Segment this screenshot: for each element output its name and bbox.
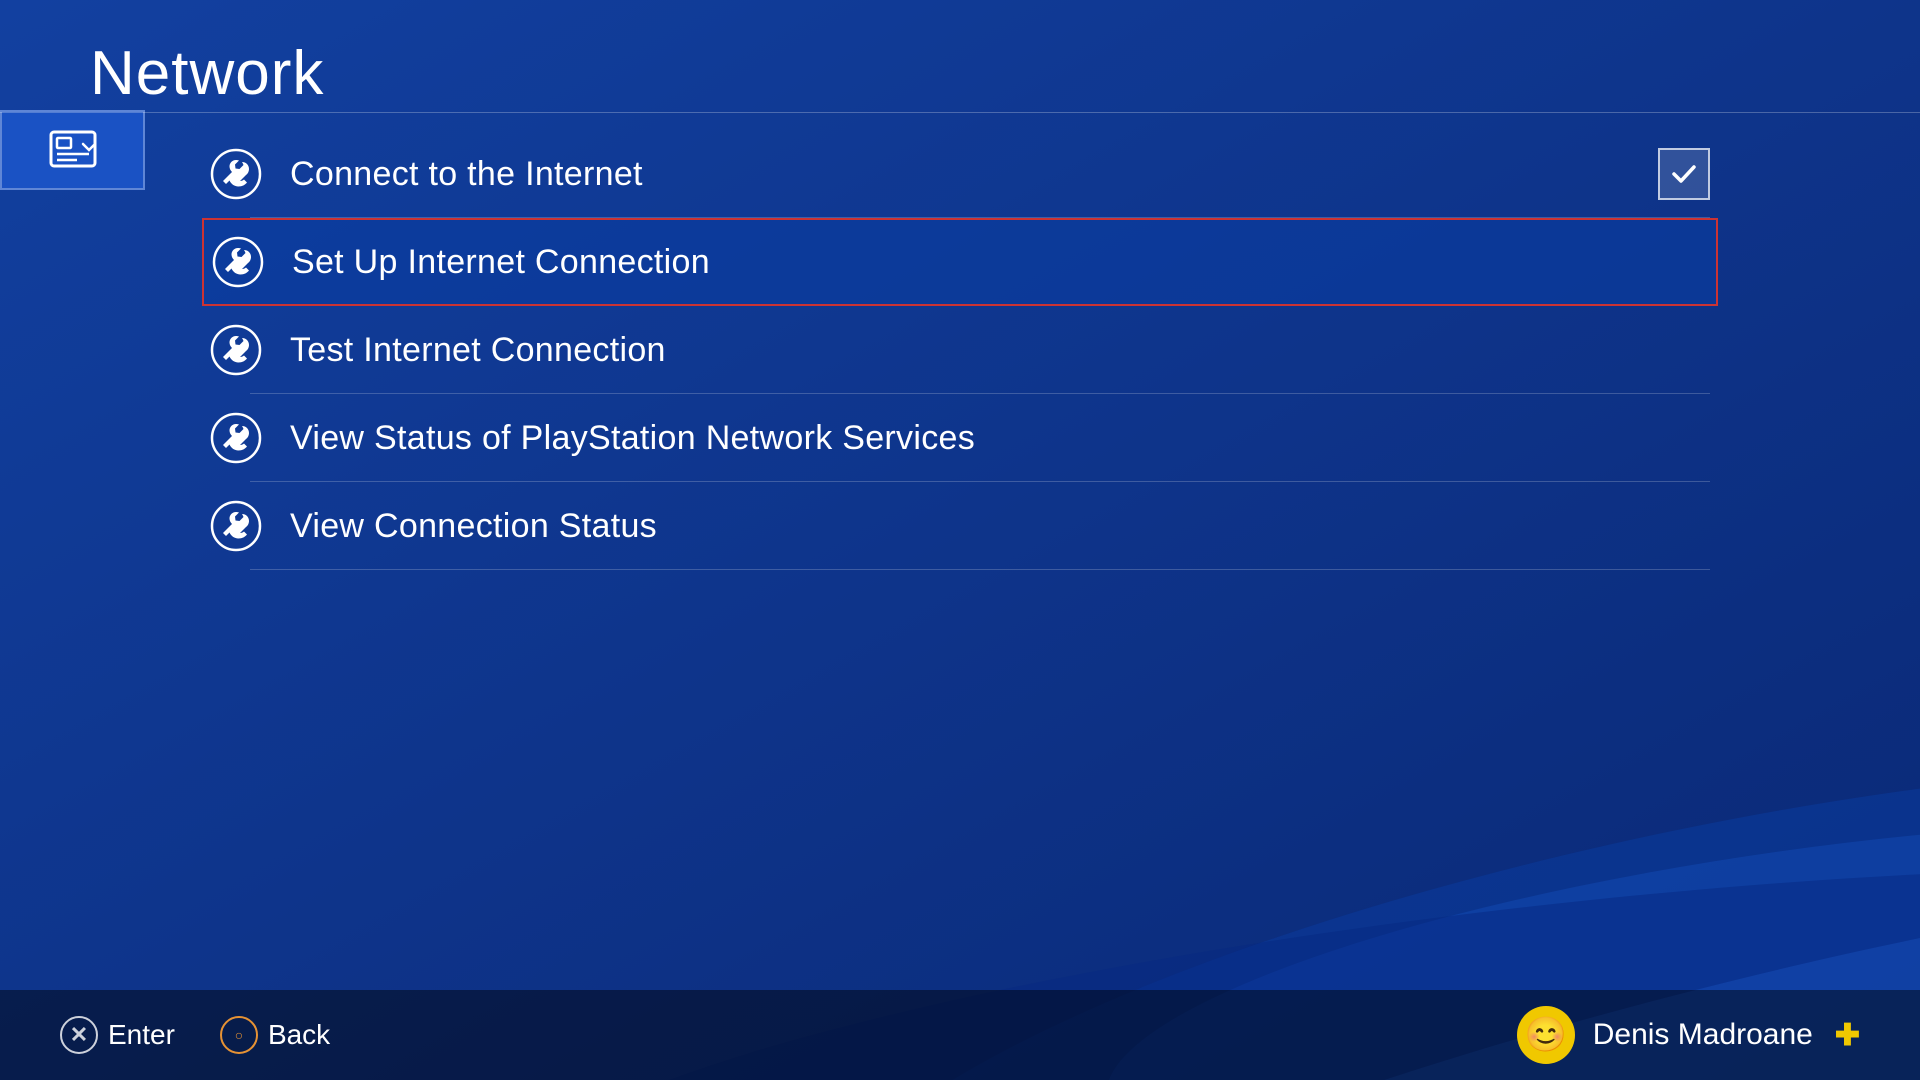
divider-4 (250, 569, 1710, 570)
o-button[interactable]: ○ (220, 1016, 258, 1054)
wrench-icon-1 (212, 236, 264, 288)
menu-item-setup-internet[interactable]: Set Up Internet Connection (202, 218, 1718, 306)
wrench-icon-4 (210, 500, 262, 552)
menu-item-connection-status[interactable]: View Connection Status (210, 482, 1710, 570)
plus-membership-icon: ✚ (1835, 1018, 1860, 1053)
bottom-controls: ✕ Enter ○ Back (60, 1016, 330, 1054)
menu-item-setup-internet-label: Set Up Internet Connection (292, 243, 710, 282)
back-label: Back (268, 1019, 330, 1051)
wrench-icon-3 (210, 412, 262, 464)
menu-item-test-internet-label: Test Internet Connection (290, 331, 666, 370)
screenshot-icon (0, 110, 145, 190)
connect-internet-checkbox (1658, 148, 1710, 200)
screenshot-icon-svg (47, 124, 99, 176)
bottom-bar: ✕ Enter ○ Back 😊 Denis Madroane ✚ (0, 990, 1920, 1080)
enter-label: Enter (108, 1019, 175, 1051)
menu-item-psn-status-label: View Status of PlayStation Network Servi… (290, 419, 975, 458)
menu-container: Connect to the Internet Set Up Internet … (210, 130, 1710, 570)
back-control: ○ Back (220, 1016, 330, 1054)
user-name: Denis Madroane (1593, 1018, 1813, 1052)
menu-item-psn-status[interactable]: View Status of PlayStation Network Servi… (210, 394, 1710, 482)
menu-item-connect-internet-label: Connect to the Internet (290, 155, 643, 194)
wrench-icon-2 (210, 324, 262, 376)
menu-item-test-internet[interactable]: Test Internet Connection (210, 306, 1710, 394)
user-avatar: 😊 (1517, 1006, 1575, 1064)
wrench-icon-0 (210, 148, 262, 200)
enter-control: ✕ Enter (60, 1016, 175, 1054)
menu-item-connect-internet[interactable]: Connect to the Internet (210, 130, 1710, 218)
menu-item-connection-status-label: View Connection Status (290, 507, 657, 546)
x-button[interactable]: ✕ (60, 1016, 98, 1054)
user-info: 😊 Denis Madroane ✚ (1517, 1006, 1860, 1064)
page-title: Network (90, 38, 324, 109)
title-divider (0, 112, 1920, 113)
